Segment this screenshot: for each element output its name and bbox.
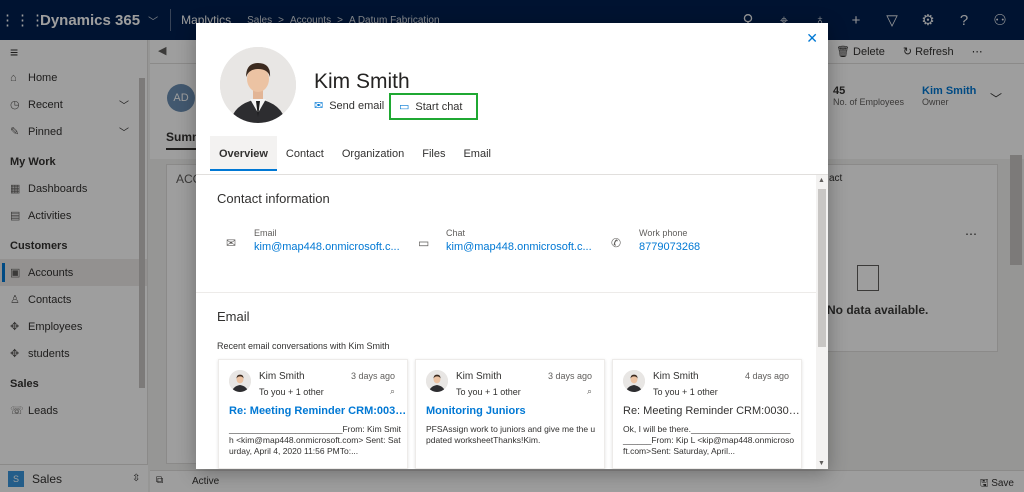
contact-card-dialog: ✕ Kim Smith ✉ Send email ▭ Start chat Ov… [196,23,828,469]
email-subject[interactable]: Re: Meeting Reminder CRM:0030001 [623,405,801,417]
tab-contact[interactable]: Contact [277,136,333,171]
tab-organization[interactable]: Organization [333,136,413,171]
email-section-title: Email [217,309,250,324]
person-portrait-icon [426,370,448,392]
contact-name: Kim Smith [314,70,410,93]
email-card[interactable]: Kim Smith 3 days ago To you + 1 other ⌕ … [415,359,605,469]
email-recipients: To you + 1 other [456,387,521,397]
email-sender: Kim Smith [653,371,699,382]
phone-icon: ✆ [611,236,622,250]
email-subject[interactable]: Monitoring Juniors [426,405,604,417]
chat-label: Chat [446,228,466,238]
email-date: 3 days ago [547,371,592,381]
email-sender: Kim Smith [456,371,502,382]
email-recipients: To you + 1 other [259,387,324,397]
avatar [426,370,448,392]
attachment-icon: ⌕ [586,386,592,396]
close-icon[interactable]: ✕ [806,30,818,47]
profile-photo [220,47,296,123]
send-email-button[interactable]: ✉ Send email [314,99,385,113]
email-date: 3 days ago [350,371,395,381]
email-recipients: To you + 1 other [653,387,718,397]
email-label: Email [254,228,277,238]
contact-info-title: Contact information [217,191,330,206]
person-portrait-icon [623,370,645,392]
scroll-thumb[interactable] [818,189,826,347]
chat-icon: ▭ [418,236,430,250]
person-portrait-icon [220,47,296,123]
tab-files[interactable]: Files [413,136,454,171]
email-sender: Kim Smith [259,371,305,382]
send-email-label: Send email [329,99,385,112]
email-preview: ________________________From: Kim Smith … [229,424,402,456]
person-portrait-icon [229,370,251,392]
start-chat-label: Start chat [415,100,463,113]
email-preview: Ok, I will be there.____________________… [623,424,795,456]
email-date: 4 days ago [744,371,789,381]
email-card[interactable]: Kim Smith 4 days ago To you + 1 other Re… [612,359,802,469]
mail-icon: ✉ [314,100,324,112]
attachment-icon: ⌕ [389,386,395,396]
email-card[interactable]: Kim Smith 3 days ago To you + 1 other ⌕ … [218,359,408,469]
dialog-scrollbar[interactable]: ▲ ▼ [816,175,828,469]
mail-icon: ✉ [226,236,237,250]
chat-link[interactable]: kim@map448.onmicrosoft.c... [446,241,592,253]
card-tabs: Overview Contact Organization Files Emai… [210,136,500,171]
scroll-down-icon[interactable]: ▼ [818,460,825,467]
email-preview: PFSAssign work to juniors and give me th… [426,424,596,445]
avatar [623,370,645,392]
divider [196,292,816,293]
start-chat-button[interactable]: ▭ Start chat [389,93,479,120]
phone-link[interactable]: 8779073268 [639,241,700,253]
email-subject[interactable]: Re: Meeting Reminder CRM:00300... [229,405,407,417]
avatar [229,370,251,392]
tab-overview[interactable]: Overview [210,136,277,171]
email-link[interactable]: kim@map448.onmicrosoft.c... [254,241,400,253]
phone-label: Work phone [639,228,688,238]
email-section-subtitle: Recent email conversations with Kim Smit… [217,341,390,351]
chat-icon: ▭ [399,101,410,113]
tab-email[interactable]: Email [454,136,500,171]
divider [196,174,828,175]
scroll-up-icon[interactable]: ▲ [818,177,825,184]
